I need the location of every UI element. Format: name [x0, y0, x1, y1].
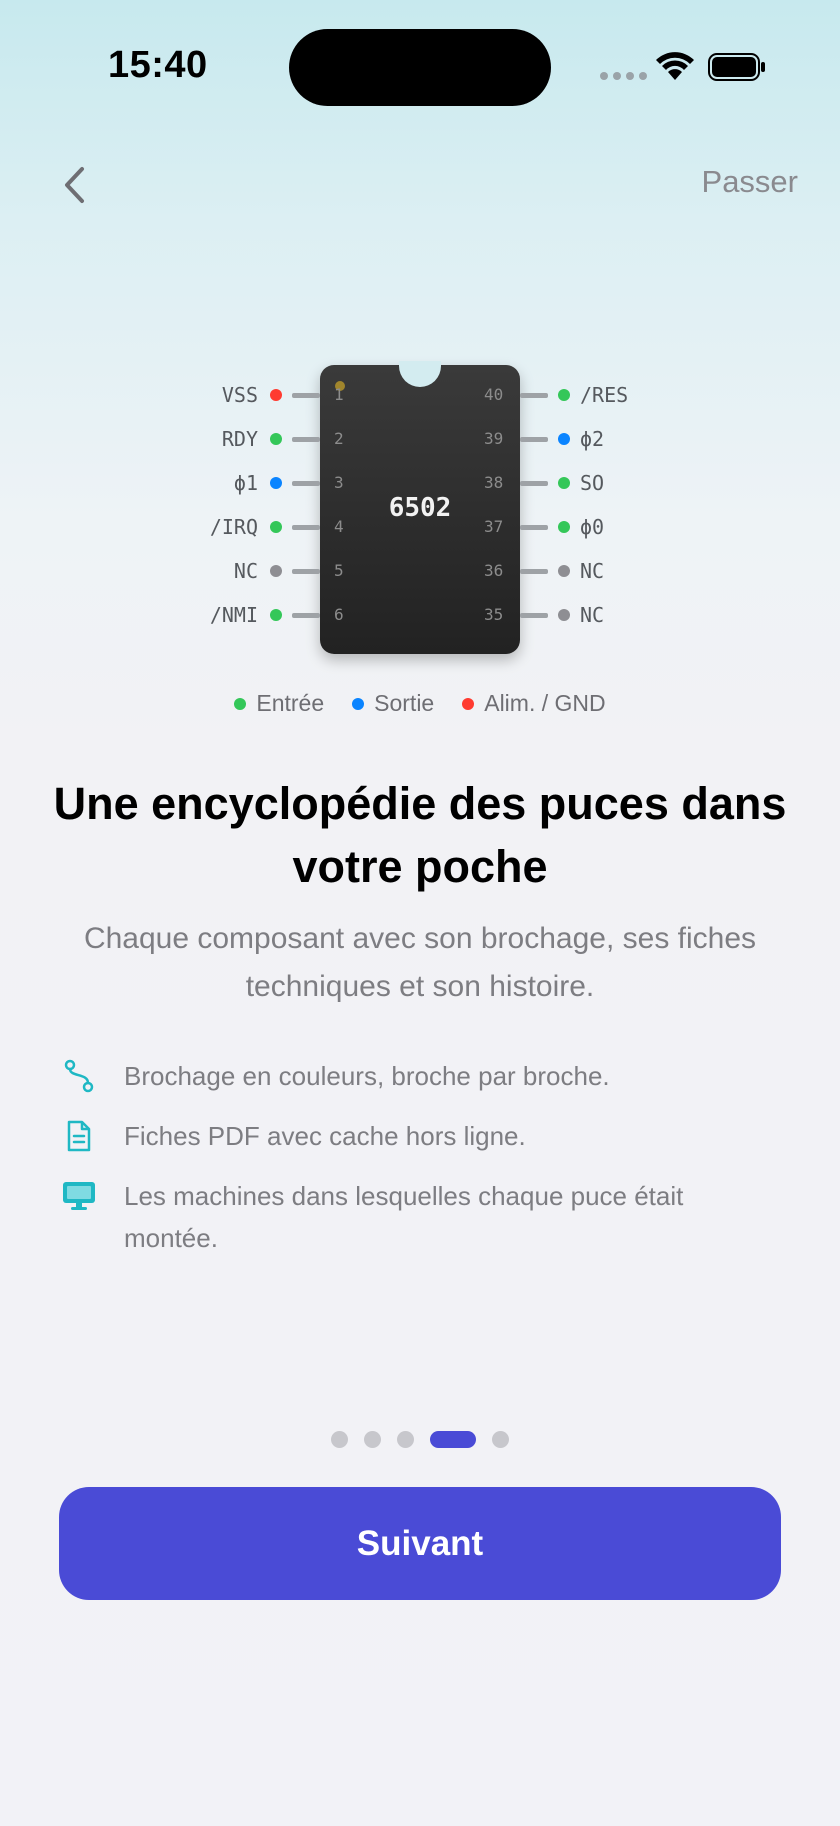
pager-dot[interactable] — [364, 1431, 381, 1448]
cellular-signal-icon — [600, 72, 647, 80]
pin-leg — [292, 613, 320, 618]
legend-item-output: Sortie — [352, 690, 434, 717]
pin-number: 5 — [334, 561, 344, 580]
pin-leg — [520, 613, 548, 618]
feature-text: Fiches PDF avec cache hors ligne. — [124, 1121, 526, 1151]
pin-row: VSS 1 40/RES — [0, 380, 840, 410]
pin-type-dot — [270, 433, 282, 445]
pin-number: 39 — [484, 429, 504, 448]
pin-label: NC — [580, 603, 605, 627]
pin-leg — [292, 437, 320, 442]
pager-dot[interactable] — [397, 1431, 414, 1448]
pin-label: SO — [580, 471, 605, 495]
pin-number: 6 — [334, 605, 344, 624]
pin-type-dot — [558, 521, 570, 533]
status-bar: 15:40 — [0, 0, 840, 140]
skip-button[interactable]: Passer — [702, 164, 798, 200]
feature-item: Fiches PDF avec cache hors ligne. — [58, 1115, 698, 1157]
pin-type-dot — [558, 609, 570, 621]
route-icon — [58, 1055, 100, 1097]
feature-text: Brochage en couleurs, broche par broche. — [124, 1061, 610, 1091]
pager-dot[interactable] — [492, 1431, 509, 1448]
desktop-computer-icon — [58, 1175, 100, 1217]
pin-leg — [292, 569, 320, 574]
feature-item: Les machines dans lesquelles chaque puce… — [58, 1175, 698, 1259]
pin-label: /IRQ — [209, 515, 258, 539]
pin-row: NC 5 36 NC — [0, 556, 840, 586]
pin-number: 2 — [334, 429, 344, 448]
page-title: Une encyclopédie des puces dans votre po… — [53, 778, 787, 892]
pin-type-dot — [270, 477, 282, 489]
pin-leg — [292, 525, 320, 530]
legend-power-label: Alim. / GND — [484, 690, 606, 716]
pin-leg — [292, 393, 320, 398]
battery-icon — [708, 53, 765, 81]
pin-type-dot — [270, 389, 282, 401]
pin-label: VSS — [221, 383, 258, 407]
pin-row: RDY 2 39 ϕ2 — [0, 424, 840, 454]
page-indicator — [0, 1431, 840, 1448]
document-icon — [58, 1115, 100, 1157]
pin-row: ϕ1 3 38 SO — [0, 468, 840, 498]
pin-label: /RES — [580, 383, 629, 407]
pin-number: 35 — [484, 605, 504, 624]
pin-label: NC — [580, 559, 605, 583]
pin-label: ϕ0 — [580, 515, 605, 539]
pin-legend: Entrée Sortie Alim. / GND — [0, 690, 840, 717]
pin-label: ϕ2 — [580, 427, 605, 451]
pin-type-dot — [558, 433, 570, 445]
pin-leg — [520, 437, 548, 442]
pin-row: /NMI 6 35 NC — [0, 600, 840, 630]
wifi-icon — [656, 52, 694, 80]
input-dot — [234, 697, 247, 710]
output-dot — [352, 697, 365, 710]
pin-type-dot — [270, 521, 282, 533]
legend-input-label: Entrée — [256, 690, 325, 716]
legend-item-power: Alim. / GND — [462, 690, 606, 717]
pin-row: /IRQ 4 37 ϕ0 — [0, 512, 840, 542]
pin-number: 3 — [334, 473, 344, 492]
dynamic-island — [289, 29, 551, 106]
back-button[interactable] — [52, 160, 96, 210]
pin-label: RDY — [221, 427, 258, 451]
legend-output-label: Sortie — [374, 690, 435, 716]
pin-label: /NMI — [209, 603, 258, 627]
status-time: 15:40 — [108, 44, 208, 86]
pin-type-dot — [270, 565, 282, 577]
pin-type-dot — [558, 477, 570, 489]
pin-label: ϕ1 — [233, 471, 258, 495]
feature-item: Brochage en couleurs, broche par broche. — [58, 1055, 698, 1097]
pin-number: 37 — [484, 517, 504, 536]
page-subtitle: Chaque composant avec son brochage, ses … — [83, 922, 757, 1003]
pin-type-dot — [558, 565, 570, 577]
legend-item-input: Entrée — [234, 690, 324, 717]
pin-number: 40 — [484, 385, 504, 404]
pager-dot-active[interactable] — [430, 1431, 476, 1448]
pin-number: 38 — [484, 473, 504, 492]
pin-number: 36 — [484, 561, 504, 580]
pin-leg — [520, 481, 548, 486]
pin-leg — [520, 393, 548, 398]
chip-pinout-illustration: 6502 VSS 1 40/RES RDY 2 39 ϕ2 ϕ1 3 38 SO/IRQ 4 37 ϕ0 N… — [0, 360, 840, 660]
next-button[interactable]: Suivant — [59, 1487, 781, 1600]
pin-leg — [292, 481, 320, 486]
chevron-left-icon — [65, 167, 84, 203]
pager-dot[interactable] — [331, 1431, 348, 1448]
pin-label: NC — [233, 559, 258, 583]
pin-type-dot — [270, 609, 282, 621]
power-dot — [462, 697, 475, 710]
pin-number: 1 — [334, 385, 344, 404]
pin-type-dot — [558, 389, 570, 401]
feature-text: Les machines dans lesquelles chaque puce… — [124, 1181, 684, 1253]
pin-leg — [520, 525, 548, 530]
pin-leg — [520, 569, 548, 574]
pin-number: 4 — [334, 517, 344, 536]
feature-list: Brochage en couleurs, broche par broche.… — [58, 1055, 698, 1277]
